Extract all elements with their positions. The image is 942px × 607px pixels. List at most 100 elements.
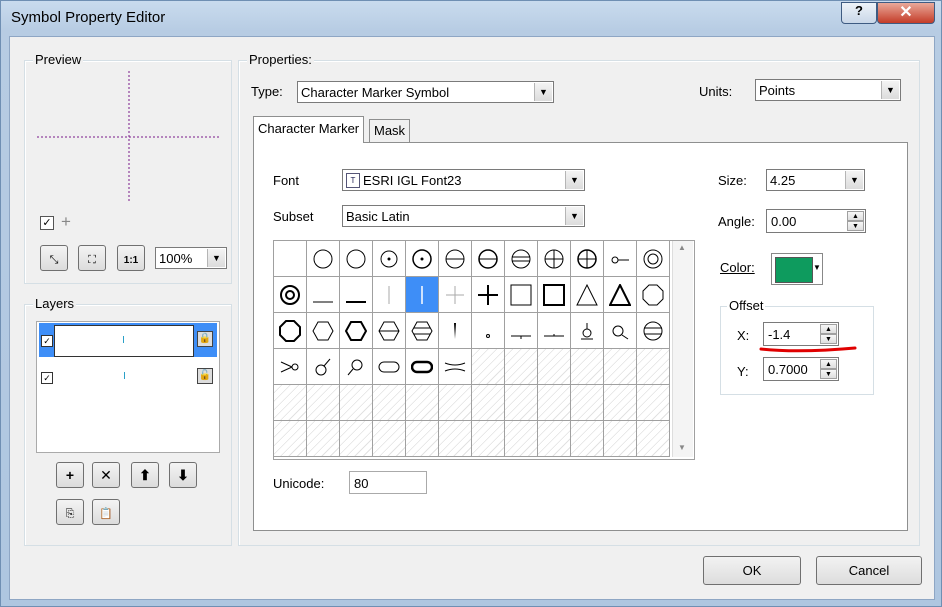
glyph-cell[interactable] [637, 313, 670, 349]
glyph-cell[interactable] [637, 349, 670, 385]
spin-down-icon[interactable]: ▼ [847, 221, 864, 231]
glyph-cell[interactable] [604, 421, 637, 457]
glyph-cell[interactable] [538, 313, 571, 349]
glyph-cell[interactable] [439, 349, 472, 385]
glyph-cell[interactable] [307, 349, 340, 385]
spin-up-icon[interactable]: ▲ [820, 359, 837, 369]
zoom-extent-button[interactable]: ⛶ [78, 245, 106, 271]
glyph-cell[interactable] [340, 385, 373, 421]
cancel-button[interactable]: Cancel [816, 556, 922, 585]
close-button[interactable]: ✕ [877, 2, 935, 24]
scroll-down-icon[interactable]: ▼ [678, 443, 686, 452]
spin-up-icon[interactable]: ▲ [820, 324, 837, 334]
glyph-cell[interactable] [505, 421, 538, 457]
remove-layer-button[interactable]: ✕ [92, 462, 120, 488]
color-picker-button[interactable]: ▼ [771, 253, 823, 285]
glyph-cell[interactable] [571, 385, 604, 421]
spin-down-icon[interactable]: ▼ [820, 369, 837, 379]
glyph-cell[interactable] [571, 349, 604, 385]
glyph-cell[interactable] [472, 349, 505, 385]
glyph-cell[interactable] [373, 385, 406, 421]
glyph-cell[interactable] [373, 241, 406, 277]
glyph-cell[interactable] [439, 241, 472, 277]
glyph-cell[interactable] [274, 349, 307, 385]
units-select[interactable]: Points ▼ [755, 79, 901, 101]
glyph-cell[interactable] [307, 421, 340, 457]
glyph-cell[interactable] [340, 277, 373, 313]
glyph-cell[interactable] [505, 313, 538, 349]
scroll-up-icon[interactable]: ▲ [678, 243, 686, 252]
glyph-cell[interactable] [505, 241, 538, 277]
glyph-cell[interactable] [571, 277, 604, 313]
glyph-cell[interactable] [406, 349, 439, 385]
layer-2-checkbox[interactable]: ✓ [41, 372, 53, 384]
layer-row-2[interactable]: ✓ 🔓 [39, 362, 217, 396]
glyph-cell[interactable] [340, 421, 373, 457]
glyph-cell[interactable] [637, 241, 670, 277]
glyph-cell[interactable] [274, 313, 307, 349]
glyph-cell[interactable] [604, 241, 637, 277]
glyph-cell[interactable] [274, 385, 307, 421]
glyph-cell[interactable] [538, 349, 571, 385]
glyph-cell[interactable] [406, 421, 439, 457]
glyph-cell[interactable] [571, 313, 604, 349]
glyph-cell[interactable] [538, 241, 571, 277]
glyph-cell[interactable] [307, 277, 340, 313]
glyph-cell[interactable] [373, 349, 406, 385]
glyph-cell[interactable] [439, 385, 472, 421]
preview-checkbox[interactable]: ✓ [40, 216, 54, 230]
add-layer-button[interactable]: + [56, 462, 84, 488]
unicode-input[interactable]: 80 [349, 471, 427, 494]
glyph-cell[interactable] [604, 313, 637, 349]
glyph-cell[interactable] [307, 241, 340, 277]
glyph-cell[interactable] [637, 385, 670, 421]
move-layer-up-button[interactable]: ⬆ [131, 462, 159, 488]
angle-spinner[interactable]: 0.00 ▲ ▼ [766, 209, 866, 233]
zoom-actual-button[interactable]: 1:1 [117, 245, 145, 271]
glyph-cell[interactable] [340, 313, 373, 349]
glyph-cell[interactable] [274, 421, 307, 457]
paste-layer-button[interactable]: 📋 [92, 499, 120, 525]
glyph-cell[interactable] [340, 349, 373, 385]
glyph-cell[interactable] [604, 349, 637, 385]
offset-y-spinner[interactable]: 0.7000 ▲ ▼ [763, 357, 839, 381]
copy-layer-button[interactable]: ⎘ [56, 499, 84, 525]
glyph-cell[interactable] [307, 313, 340, 349]
glyph-cell[interactable] [439, 313, 472, 349]
layer-1-checkbox[interactable]: ✓ [41, 335, 53, 347]
glyph-cell[interactable] [406, 313, 439, 349]
tab-character-marker[interactable]: Character Marker [253, 116, 365, 143]
grid-scrollbar[interactable]: ▲ ▼ [672, 241, 693, 457]
spin-up-icon[interactable]: ▲ [847, 211, 864, 221]
glyph-cell[interactable] [505, 385, 538, 421]
ok-button[interactable]: OK [703, 556, 801, 585]
unlock-icon[interactable]: 🔓 [197, 368, 213, 384]
glyph-cell[interactable] [439, 421, 472, 457]
glyph-cell[interactable] [571, 421, 604, 457]
glyph-cell[interactable] [406, 241, 439, 277]
glyph-cell[interactable] [472, 421, 505, 457]
glyph-cell[interactable] [505, 349, 538, 385]
font-select[interactable]: T ESRI IGL Font23 ▼ [342, 169, 585, 191]
glyph-cell[interactable] [373, 421, 406, 457]
glyph-cell[interactable] [472, 277, 505, 313]
glyph-cell[interactable] [472, 241, 505, 277]
glyph-cell[interactable] [637, 421, 670, 457]
help-button[interactable]: ? [841, 2, 877, 24]
glyph-cell[interactable] [538, 421, 571, 457]
glyph-cell[interactable] [637, 277, 670, 313]
glyph-cell[interactable] [571, 241, 604, 277]
subset-select[interactable]: Basic Latin ▼ [342, 205, 585, 227]
glyph-cell[interactable] [274, 241, 307, 277]
glyph-cell[interactable] [373, 313, 406, 349]
tab-mask[interactable]: Mask [369, 119, 411, 143]
zoom-select[interactable]: 100% ▼ [155, 247, 227, 269]
glyph-cell[interactable] [307, 385, 340, 421]
move-layer-down-button[interactable]: ⬇ [169, 462, 197, 488]
layer-row-1[interactable]: ✓ 🔒 [39, 323, 217, 357]
glyph-cell[interactable] [604, 385, 637, 421]
glyph-cell[interactable] [472, 385, 505, 421]
glyph-cell[interactable] [406, 385, 439, 421]
zoom-fit-button[interactable]: ⤡ [40, 245, 68, 271]
glyph-cell[interactable] [505, 277, 538, 313]
